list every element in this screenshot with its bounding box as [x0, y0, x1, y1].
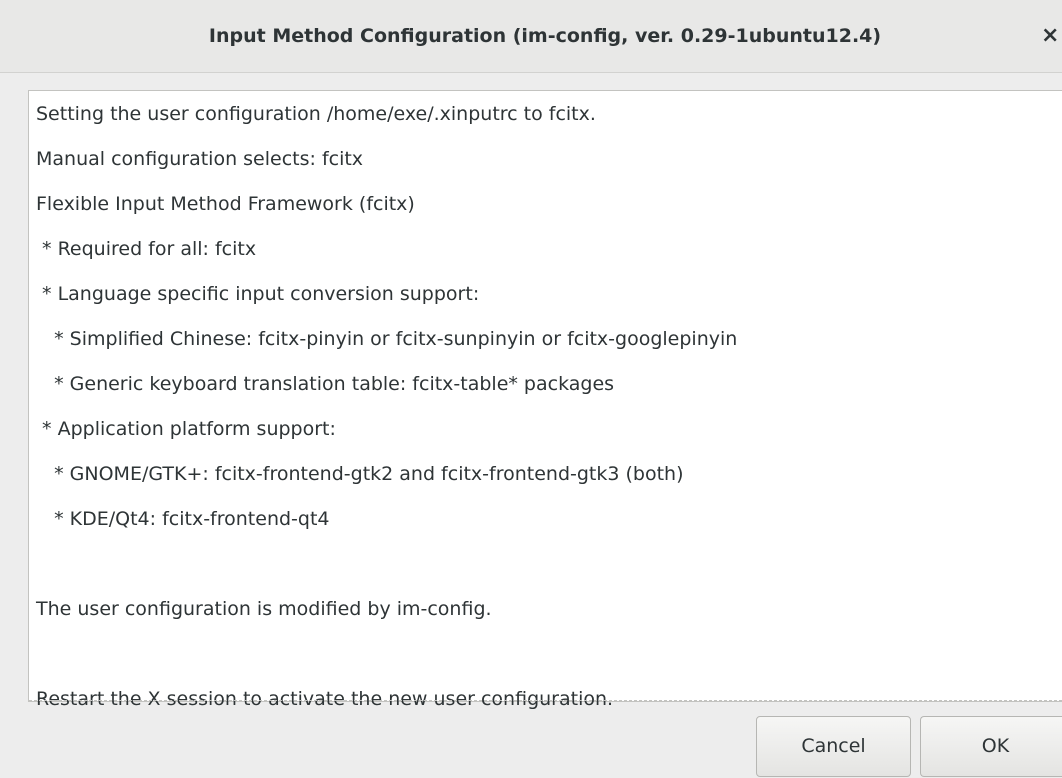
message-line: * KDE/Qt4: fcitx-frontend-qt4 — [36, 508, 330, 530]
message-line: * Required for all: fcitx — [36, 238, 257, 260]
title-bar[interactable]: Input Method Configuration (im-config, v… — [0, 0, 1062, 73]
message-line: * Language specific input conversion sup… — [36, 283, 480, 305]
cancel-button[interactable]: Cancel — [756, 716, 911, 777]
message-line: * GNOME/GTK+: fcitx-frontend-gtk2 and fc… — [36, 463, 684, 485]
window-title: Input Method Configuration (im-config, v… — [208, 25, 882, 47]
message-line: Setting the user configuration /home/exe… — [36, 103, 596, 125]
ok-button[interactable]: OK — [920, 716, 1062, 777]
message-text-area: Setting the user configuration /home/exe… — [28, 90, 1062, 710]
message-line: * Generic keyboard translation table: fc… — [36, 373, 615, 395]
message-line: Manual configuration selects: fcitx — [36, 148, 364, 170]
close-icon[interactable]: × — [1041, 0, 1062, 72]
message-line: The user configuration is modified by im… — [36, 598, 492, 620]
message-line: * Application platform support: — [36, 418, 336, 440]
message-line: Flexible Input Method Framework (fcitx) — [36, 193, 415, 215]
text-area-bottom-edge — [29, 700, 1062, 701]
message-line: * Simplified Chinese: fcitx-pinyin or fc… — [36, 328, 738, 350]
message-line: Restart the X session to activate the ne… — [36, 688, 614, 710]
